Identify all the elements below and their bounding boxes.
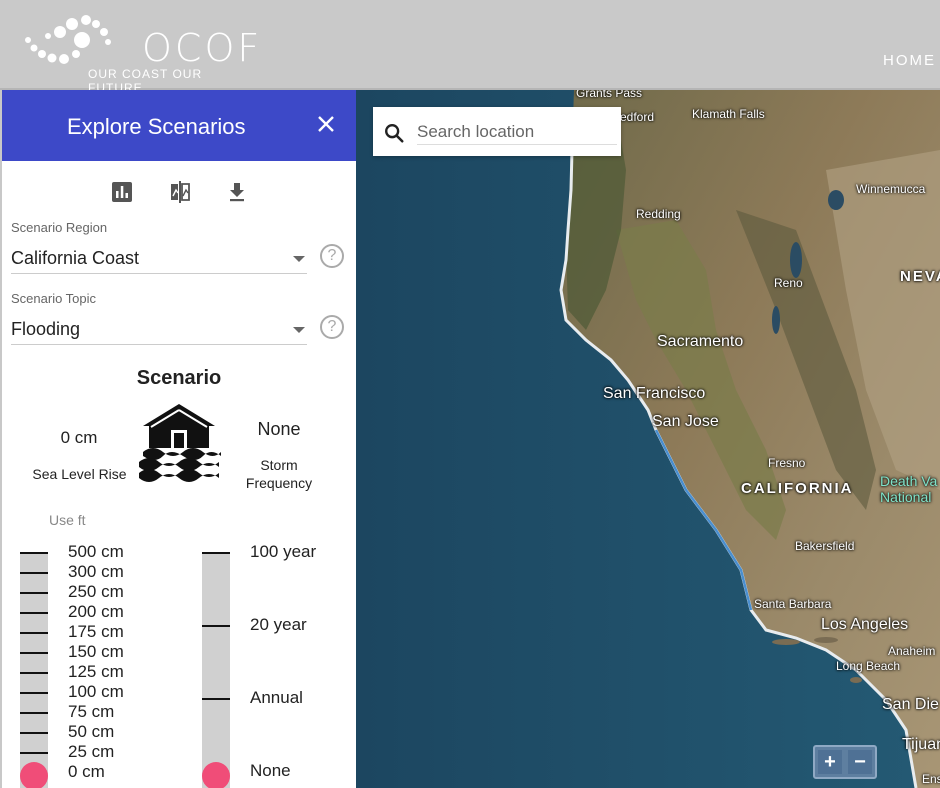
slider-tick	[20, 612, 48, 614]
map-label-death-valley-national: National	[880, 489, 932, 505]
map-label-bakersfield: Bakersfield	[795, 539, 855, 553]
storm-slider-handle[interactable]	[202, 762, 230, 788]
zoom-out-button[interactable]: −	[848, 750, 872, 774]
map-label-san-jose: San Jose	[652, 413, 719, 430]
storm-option[interactable]: None	[250, 761, 291, 781]
download-icon[interactable]	[225, 180, 249, 204]
zoom-in-button[interactable]: +	[818, 750, 842, 774]
map-label-los-angeles: Los Angeles	[821, 616, 909, 633]
storm-option[interactable]: 100 year	[250, 542, 316, 562]
search-input[interactable]	[417, 119, 617, 145]
storm-option[interactable]: Annual	[250, 688, 303, 708]
search-icon[interactable]	[383, 122, 405, 144]
slider-tick	[20, 652, 48, 654]
chevron-down-icon	[293, 256, 305, 262]
map-satellite-image	[356, 90, 940, 788]
sea-level-slider[interactable]	[20, 552, 48, 788]
sea-level-option[interactable]: 175 cm	[68, 622, 124, 642]
compare-icon[interactable]	[168, 180, 192, 204]
sea-level-value: 0 cm	[60, 428, 98, 447]
bar-chart-icon[interactable]	[110, 180, 134, 204]
storm-frequency-label: Storm Frequency	[245, 457, 313, 491]
map-label-klamath-falls: Klamath Falls	[692, 107, 765, 121]
storm-frequency-value: None	[257, 419, 301, 439]
map-label-redding: Redding	[636, 207, 681, 221]
slider-tick	[20, 592, 48, 594]
map-label-tijuana: Tijuan	[902, 736, 940, 753]
map-label-long-beach: Long Beach	[836, 659, 901, 673]
close-icon[interactable]	[316, 114, 336, 134]
flooded-house-icon	[139, 404, 221, 482]
sea-level-option[interactable]: 250 cm	[68, 582, 124, 602]
sea-level-option[interactable]: 300 cm	[68, 562, 124, 582]
map-label-death-valley: Death Va	[880, 473, 938, 489]
slider-tick	[20, 632, 48, 634]
sea-level-option[interactable]: 125 cm	[68, 662, 124, 682]
slider-tick	[20, 692, 48, 694]
slider-tick	[202, 625, 230, 627]
map-label-reno: Reno	[774, 276, 803, 290]
topic-label: Scenario Topic	[11, 291, 97, 306]
slider-tick	[202, 552, 230, 554]
sea-level-option[interactable]: 200 cm	[68, 602, 124, 622]
map-label-santa-barbara: Santa Barbara	[754, 597, 832, 611]
map-label-winnemucca: Winnemucca	[856, 182, 926, 196]
sea-level-option[interactable]: 150 cm	[68, 642, 124, 662]
panel-title: Explore Scenarios	[67, 114, 246, 139]
explore-scenarios-panel: Explore Scenarios Scenario Region Califo…	[2, 90, 356, 788]
map-label-fresno: Fresno	[768, 456, 806, 470]
panel-toolbar	[2, 180, 356, 204]
sea-level-option[interactable]: 100 cm	[68, 682, 124, 702]
chevron-down-icon	[293, 327, 305, 333]
slider-tick	[20, 552, 48, 554]
logo-dots-icon	[25, 15, 111, 64]
map-label-medford: edford	[620, 110, 655, 124]
sea-level-option[interactable]: 75 cm	[68, 702, 114, 722]
region-label: Scenario Region	[11, 220, 108, 235]
zoom-control: + −	[813, 745, 877, 779]
slider-tick	[20, 752, 48, 754]
site-header: OCOF OUR COAST OUR FUTURE HOME	[0, 0, 940, 95]
logo-text: OCOF	[142, 26, 263, 70]
location-search	[373, 107, 621, 156]
sea-level-label: Sea Level Rise	[32, 466, 127, 482]
panel-header: Explore Scenarios	[2, 90, 356, 161]
topic-select-value: Flooding	[11, 319, 81, 339]
storm-option[interactable]: 20 year	[250, 615, 307, 635]
slider-tick	[202, 698, 230, 700]
map-label-california: CALIFORNIA	[741, 480, 854, 497]
map-label-san-diego: San Die	[882, 696, 939, 713]
map-label-grants-pass: Grants Pass	[576, 90, 643, 100]
map-label-anaheim: Anaheim	[888, 644, 936, 658]
sea-level-option[interactable]: 25 cm	[68, 742, 114, 762]
sea-level-slider-handle[interactable]	[20, 762, 48, 788]
topic-select[interactable]: Flooding	[11, 315, 307, 345]
map-label-ens: Ens	[922, 772, 940, 786]
region-select[interactable]: California Coast	[11, 244, 307, 274]
slider-tick	[20, 572, 48, 574]
sea-level-option[interactable]: 0 cm	[68, 762, 105, 782]
region-help-icon[interactable]: ?	[320, 244, 344, 268]
slider-tick	[20, 672, 48, 674]
nav-home-link[interactable]: HOME	[883, 52, 936, 69]
sea-level-option[interactable]: 50 cm	[68, 722, 114, 742]
map-label-san-francisco: San Francisco	[603, 385, 706, 402]
use-ft-toggle[interactable]: Use ft	[49, 512, 86, 528]
storm-frequency-slider[interactable]	[202, 552, 230, 788]
sea-level-option[interactable]: 500 cm	[68, 542, 124, 562]
topic-help-icon[interactable]: ?	[320, 315, 344, 339]
ocof-logo[interactable]: OCOF OUR COAST OUR FUTURE	[20, 14, 263, 95]
slider-tick	[20, 712, 48, 714]
region-select-value: California Coast	[11, 248, 140, 268]
slider-tick	[20, 732, 48, 734]
map-view[interactable]: Grants Pass edford Klamath Falls Winnemu…	[356, 90, 940, 788]
scenario-title: Scenario	[136, 367, 222, 389]
map-label-nevada: NEVA	[900, 268, 940, 285]
map-label-sacramento: Sacramento	[657, 333, 744, 350]
